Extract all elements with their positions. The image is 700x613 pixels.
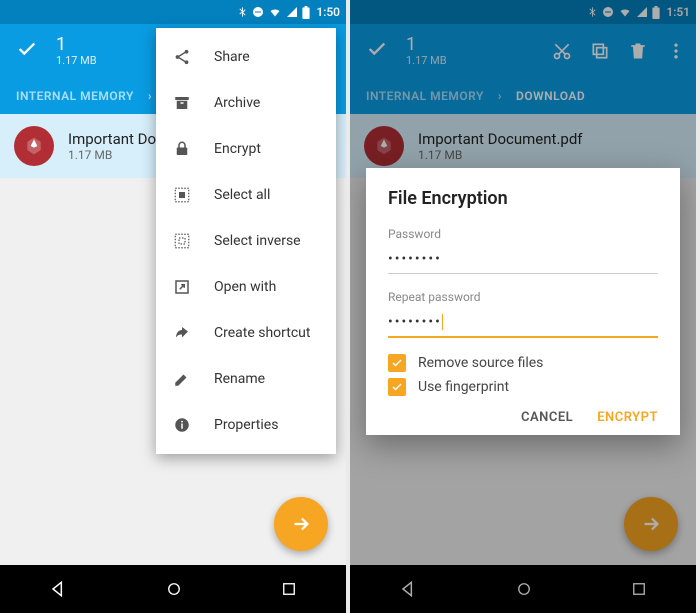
menu-label: Open with <box>214 279 276 295</box>
menu-label: Encrypt <box>214 141 261 157</box>
repeat-password-field[interactable]: •••••••• <box>388 310 658 338</box>
menu-rename[interactable]: Rename <box>156 356 336 402</box>
repeat-password-label: Repeat password <box>388 290 658 304</box>
encryption-dialog: File Encryption Password •••••••• Repeat… <box>366 168 680 435</box>
share-icon <box>172 48 192 66</box>
use-fingerprint-checkbox[interactable]: Use fingerprint <box>388 378 658 396</box>
remove-source-checkbox[interactable]: Remove source files <box>388 354 658 372</box>
chevron-right-icon: › <box>148 89 152 103</box>
menu-archive[interactable]: Archive <box>156 80 336 126</box>
checkbox-label: Remove source files <box>418 355 543 371</box>
breadcrumb-root[interactable]: INTERNAL MEMORY <box>16 89 134 103</box>
text-caret <box>442 314 443 330</box>
select-all-icon <box>172 186 192 204</box>
cancel-button[interactable]: CANCEL <box>521 410 573 425</box>
menu-create-shortcut[interactable]: Create shortcut <box>156 310 336 356</box>
status-clock: 1:50 <box>316 5 340 19</box>
password-field[interactable]: •••••••• <box>388 247 658 274</box>
menu-label: Select all <box>214 187 270 203</box>
menu-select-inverse[interactable]: Select inverse <box>156 218 336 264</box>
screen-1: 1:50 1 1.17 MB INTERNAL MEMORY › Importa… <box>0 0 346 613</box>
wifi-icon <box>268 6 282 18</box>
shortcut-icon <box>172 324 192 342</box>
battery-icon <box>302 6 310 19</box>
menu-label: Archive <box>214 95 260 111</box>
menu-share[interactable]: Share <box>156 34 336 80</box>
lock-icon <box>172 140 192 158</box>
menu-label: Properties <box>214 417 278 433</box>
nav-home[interactable] <box>165 580 183 598</box>
menu-label: Select inverse <box>214 233 301 249</box>
menu-encrypt[interactable]: Encrypt <box>156 126 336 172</box>
info-icon <box>172 416 192 434</box>
checkbox-checked-icon <box>388 378 406 396</box>
selection-check-icon[interactable] <box>16 38 38 64</box>
menu-open-with[interactable]: Open with <box>156 264 336 310</box>
nav-back[interactable] <box>48 579 68 599</box>
nav-recent[interactable] <box>280 580 298 598</box>
archive-icon <box>172 94 192 112</box>
dnd-icon <box>252 6 264 18</box>
android-nav-bar <box>0 565 346 613</box>
overflow-menu: Share Archive Encrypt Select all Select … <box>156 28 336 454</box>
signal-icon <box>286 6 298 18</box>
open-with-icon <box>172 278 192 296</box>
checkbox-label: Use fingerprint <box>418 379 509 395</box>
menu-properties[interactable]: Properties <box>156 402 336 448</box>
menu-label: Share <box>214 49 250 65</box>
encrypt-button[interactable]: ENCRYPT <box>597 410 658 425</box>
menu-label: Create shortcut <box>214 325 310 341</box>
menu-select-all[interactable]: Select all <box>156 172 336 218</box>
dialog-title: File Encryption <box>388 188 658 209</box>
checkbox-checked-icon <box>388 354 406 372</box>
screen-2: 1:51 1 1.17 MB INTERNAL MEMORY › DOWNLOA… <box>350 0 696 613</box>
menu-label: Rename <box>214 371 265 387</box>
pdf-icon <box>14 126 54 166</box>
rename-icon <box>172 370 192 388</box>
bluetooth-icon <box>237 5 248 19</box>
status-bar: 1:50 <box>0 0 346 24</box>
select-inverse-icon <box>172 232 192 250</box>
password-label: Password <box>388 227 658 241</box>
fab-forward[interactable] <box>274 497 328 551</box>
